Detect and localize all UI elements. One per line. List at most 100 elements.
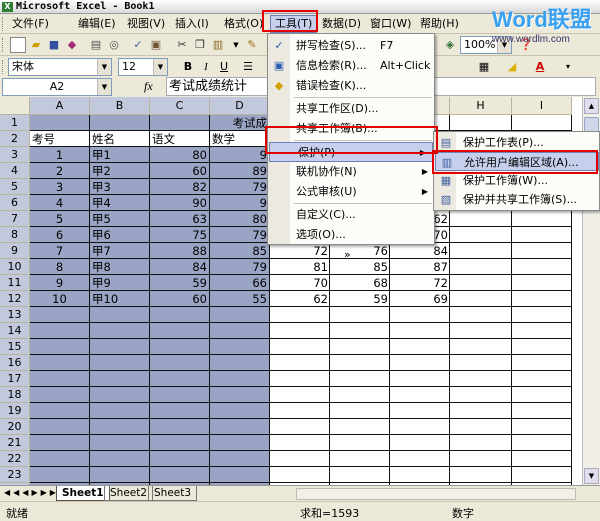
grid-cell[interactable]	[150, 115, 210, 131]
grid-cell[interactable]	[30, 115, 90, 131]
grid-cell[interactable]	[30, 435, 90, 451]
grid-cell[interactable]	[450, 403, 512, 419]
horizontal-scrollbar[interactable]	[296, 488, 576, 500]
grid-cell[interactable]	[450, 291, 512, 307]
tools-menu-item[interactable]: ◆ 错误检查(K)...	[268, 76, 434, 96]
font-color-icon[interactable]: A	[532, 59, 548, 75]
grid-cell[interactable]: 90	[150, 195, 210, 211]
tools-menu-item[interactable]: ▣ 信息检索(R)... Alt+Click	[268, 56, 434, 76]
grid-cell[interactable]	[450, 307, 512, 323]
tools-menu-item[interactable]: 保护(P) ▶	[269, 142, 433, 162]
grid-cell[interactable]: 考试成	[210, 115, 270, 131]
grid-cell[interactable]	[450, 419, 512, 435]
row-header[interactable]: 11	[0, 275, 30, 291]
chart-icon[interactable]: ◈	[442, 37, 458, 53]
grid-cell[interactable]: 63	[150, 211, 210, 227]
grid-cell[interactable]	[330, 419, 390, 435]
column-header[interactable]: D	[210, 97, 270, 115]
grid-cell[interactable]	[450, 243, 512, 259]
grid-cell[interactable]	[30, 371, 90, 387]
tools-menu-item[interactable]: 联机协作(N) ▶	[268, 162, 434, 182]
save-icon[interactable]: ■	[46, 37, 62, 53]
menu-view[interactable]: 视图(V)	[127, 16, 165, 32]
tools-menu-item[interactable]: 选项(O)...	[268, 225, 434, 245]
grid-cell[interactable]	[90, 323, 150, 339]
grid-cell[interactable]: 7	[30, 243, 90, 259]
grid-cell[interactable]	[270, 435, 330, 451]
grid-cell[interactable]	[330, 307, 390, 323]
grid-cell[interactable]: 甲5	[90, 211, 150, 227]
tools-menu-item[interactable]: 共享工作区(D)...	[268, 99, 434, 119]
grid-cell[interactable]	[512, 243, 572, 259]
grid-cell[interactable]: 8	[30, 259, 90, 275]
grid-cell[interactable]	[150, 339, 210, 355]
grid-cell[interactable]	[512, 451, 572, 467]
grid-cell[interactable]: 甲4	[90, 195, 150, 211]
grid-cell[interactable]	[390, 323, 450, 339]
grid-cell[interactable]	[450, 467, 512, 483]
row-header[interactable]: 3	[0, 147, 30, 163]
grid-cell[interactable]: 88	[150, 243, 210, 259]
menu-help[interactable]: 帮助(H)	[420, 16, 459, 32]
grid-cell[interactable]: 考号	[30, 131, 90, 147]
grid-cell[interactable]	[270, 339, 330, 355]
grid-cell[interactable]	[512, 275, 572, 291]
grid-cell[interactable]	[512, 323, 572, 339]
grid-cell[interactable]	[390, 435, 450, 451]
grid-cell[interactable]	[150, 403, 210, 419]
column-header[interactable]: B	[90, 97, 150, 115]
font-size-combo[interactable]: 12 ▼	[118, 58, 168, 76]
grid-cell[interactable]: 59	[150, 275, 210, 291]
grid-cell[interactable]	[150, 355, 210, 371]
row-header[interactable]: 16	[0, 355, 30, 371]
grid-cell[interactable]: 75	[150, 227, 210, 243]
grid-cell[interactable]	[150, 323, 210, 339]
grid-cell[interactable]: 4	[30, 195, 90, 211]
underline-button[interactable]: U	[216, 59, 232, 75]
print-icon[interactable]: ▤	[88, 37, 104, 53]
menu-window[interactable]: 窗口(W)	[370, 16, 411, 32]
grid-cell[interactable]	[210, 451, 270, 467]
menu-insert[interactable]: 插入(I)	[175, 16, 209, 32]
grid-cell[interactable]: 姓名	[90, 131, 150, 147]
bold-button[interactable]: B	[180, 59, 196, 75]
grid-cell[interactable]: 80	[150, 147, 210, 163]
grid-cell[interactable]	[330, 323, 390, 339]
grid-cell[interactable]	[512, 403, 572, 419]
tab-nav-icons[interactable]: ◀◀◀▶▶▶	[4, 488, 59, 497]
paste-icon[interactable]: ▥	[210, 37, 226, 53]
column-header[interactable]: C	[150, 97, 210, 115]
row-header[interactable]: 9	[0, 243, 30, 259]
grid-cell[interactable]	[210, 387, 270, 403]
grid-cell[interactable]: 9	[210, 147, 270, 163]
grid-cell[interactable]: 6	[30, 227, 90, 243]
grid-cell[interactable]	[512, 355, 572, 371]
tools-menu-item[interactable]: 自定义(C)...	[268, 205, 434, 225]
name-box[interactable]: A2 ▼	[2, 78, 112, 96]
grid-cell[interactable]	[450, 227, 512, 243]
tools-menu-item[interactable]: ✓ 拼写检查(S)... F7	[268, 36, 434, 56]
toolbar-grip[interactable]	[2, 60, 5, 74]
select-all-corner[interactable]	[0, 97, 30, 115]
tab-sheet1[interactable]: Sheet1	[56, 486, 110, 501]
grid-cell[interactable]	[512, 259, 572, 275]
grid-cell[interactable]	[450, 435, 512, 451]
grid-cell[interactable]: 3	[30, 179, 90, 195]
grid-cell[interactable]	[330, 435, 390, 451]
row-header[interactable]: 4	[0, 163, 30, 179]
grid-cell[interactable]	[90, 419, 150, 435]
chevron-down-icon[interactable]: ▼	[97, 79, 111, 95]
grid-cell[interactable]	[390, 355, 450, 371]
chevron-down-icon[interactable]: ▼	[97, 59, 111, 75]
grid-cell[interactable]: 甲8	[90, 259, 150, 275]
grid-cell[interactable]	[30, 419, 90, 435]
row-header[interactable]: 20	[0, 419, 30, 435]
grid-cell[interactable]	[450, 259, 512, 275]
menu-tools[interactable]: 工具(T)	[270, 15, 318, 33]
row-header[interactable]: 13	[0, 307, 30, 323]
grid-cell[interactable]	[210, 323, 270, 339]
grid-cell[interactable]	[450, 115, 512, 131]
grid-cell[interactable]	[90, 371, 150, 387]
grid-cell[interactable]: 89	[210, 163, 270, 179]
grid-cell[interactable]	[30, 403, 90, 419]
